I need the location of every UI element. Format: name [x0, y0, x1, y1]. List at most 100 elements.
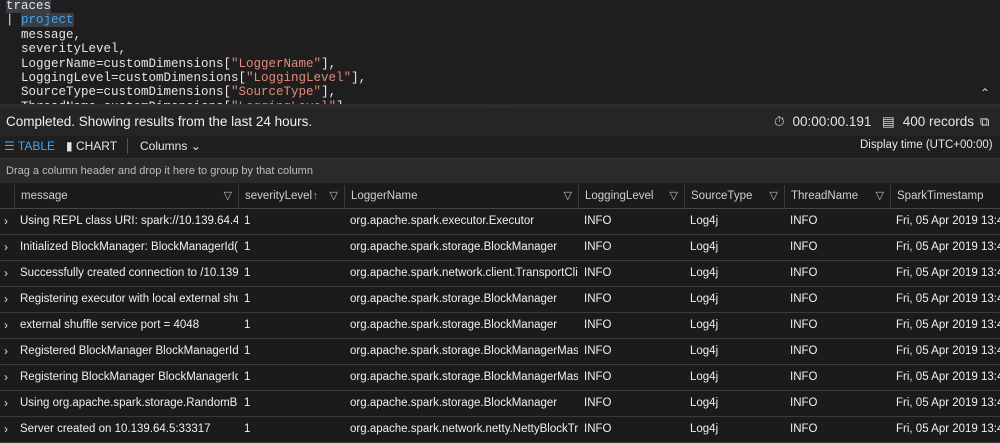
chevron-right-icon[interactable]: › [4, 261, 8, 286]
cell-sourcetype: Log4j [690, 397, 719, 409]
column-header-sourcetype[interactable]: SourceType ▽ [684, 185, 784, 208]
chevron-right-icon[interactable]: › [4, 209, 8, 234]
chevron-double-up-icon[interactable]: ⌃ [978, 86, 992, 100]
cell-logginglevel: INFO [584, 423, 612, 435]
cell-loggername: org.apache.spark.storage.BlockManager [350, 397, 558, 409]
chevron-right-icon[interactable]: › [4, 391, 8, 416]
filter-icon[interactable]: ▽ [770, 185, 778, 208]
group-hint: Drag a column header and drop it here to… [6, 165, 313, 177]
cell-sourcetype: Log4j [690, 345, 719, 357]
duration-value: 00:00:00.191 [792, 114, 872, 129]
tab-chart-label: CHART [75, 139, 118, 153]
chevron-down-icon: ⌄ [190, 139, 201, 153]
cell-loggername: org.apache.spark.storage.BlockManager [350, 293, 558, 305]
filter-icon[interactable]: ▽ [564, 185, 572, 208]
columns-dropdown[interactable]: Columns ⌄ [140, 139, 201, 153]
column-header-message[interactable]: message ▽ [14, 185, 238, 208]
cell-logginglevel: INFO [584, 215, 612, 227]
query-duration: ⏱ 00:00:00.191 [774, 114, 871, 130]
code-token: message, [6, 27, 82, 42]
cell-sparktimestamp: Fri, 05 Apr 2019 13:43 [896, 397, 1000, 409]
filter-icon[interactable]: ▽ [670, 185, 678, 208]
cell-sparktimestamp: Fri, 05 Apr 2019 13:43 [896, 293, 1000, 305]
filter-icon[interactable]: ▽ [876, 185, 884, 208]
chevron-right-icon[interactable]: › [4, 235, 8, 260]
table-row[interactable]: › Registering executor with local externa… [0, 287, 1000, 313]
cell-loggername: org.apache.spark.storage.BlockManager [350, 241, 558, 253]
cell-sparktimestamp: Fri, 05 Apr 2019 13:43 [896, 241, 1000, 253]
display-time-label: Display time (UTC+00:00) [860, 139, 993, 151]
code-line[interactable]: traces [6, 0, 366, 13]
cell-sourcetype: Log4j [690, 215, 719, 227]
table-row[interactable]: › Using org.apache.spark.storage.RandomBl… [0, 391, 1000, 417]
records-value: 400 records [902, 114, 975, 129]
code-token: ], [321, 56, 337, 71]
code-token: LoggingLevel=customDimensions[ [6, 70, 247, 85]
column-header-loggername[interactable]: LoggerName ▽ [344, 185, 578, 208]
column-header-sparktimestamp[interactable]: SparkTimestamp [890, 185, 1000, 208]
table-row[interactable]: › Initialized BlockManager: BlockManagerI… [0, 235, 1000, 261]
cell-threadname: INFO [790, 397, 818, 409]
tab-table[interactable]: ☰ TABLE [4, 139, 55, 153]
sort-ascending-icon[interactable]: ↑ [313, 185, 319, 208]
filter-icon[interactable]: ▽ [224, 185, 232, 208]
code-line[interactable]: LoggerName=customDimensions["LoggerName"… [6, 57, 366, 71]
cell-severitylevel: 1 [244, 371, 251, 383]
cell-logginglevel: INFO [584, 319, 612, 331]
copy-icon[interactable]: ⧉ [980, 114, 989, 130]
code-token: SourceType=customDimensions[ [6, 85, 232, 100]
cell-loggername: org.apache.spark.storage.BlockManagerMas… [350, 371, 578, 383]
cell-threadname: INFO [790, 345, 818, 357]
cell-sourcetype: Log4j [690, 319, 719, 331]
code-line[interactable]: SourceType=customDimensions["SourceType"… [6, 85, 366, 99]
code-line[interactable]: | project [6, 13, 366, 28]
column-header-logginglevel[interactable]: LoggingLevel ▽ [578, 185, 684, 208]
code-line[interactable]: severityLevel, [6, 42, 366, 56]
cell-loggername: org.apache.spark.storage.BlockManager [350, 319, 558, 331]
chevron-right-icon[interactable]: › [4, 365, 8, 390]
cell-severitylevel: 1 [244, 241, 251, 253]
cell-loggername: org.apache.spark.executor.Executor [350, 215, 535, 227]
cell-message: external shuffle service port = 4048 [20, 319, 200, 331]
cell-sparktimestamp: Fri, 05 Apr 2019 13:43 [896, 423, 1000, 435]
table-row[interactable]: › Using REPL class URI: spark://10.139.64… [0, 209, 1000, 235]
group-drop-zone[interactable]: Drag a column header and drop it here to… [0, 159, 1000, 183]
column-header-threadname[interactable]: ThreadName ▽ [784, 185, 890, 208]
code-token: LoggerName=customDimensions[ [6, 56, 232, 71]
chevron-right-icon[interactable]: › [4, 287, 8, 312]
cell-loggername: org.apache.spark.network.netty.NettyBloc… [350, 423, 578, 435]
column-header-severitylevel[interactable]: severityLevel ↑ ▽ [238, 185, 344, 208]
chevron-right-icon[interactable]: › [4, 313, 8, 338]
header-label: severityLevel [245, 190, 313, 202]
columns-label: Columns [140, 139, 188, 153]
cell-threadname: INFO [790, 293, 818, 305]
cell-severitylevel: 1 [244, 345, 251, 357]
cell-sparktimestamp: Fri, 05 Apr 2019 13:43 [896, 267, 1000, 279]
cell-logginglevel: INFO [584, 397, 612, 409]
chevron-right-icon[interactable]: › [4, 417, 8, 442]
table-row[interactable]: › Registered BlockManager BlockManagerId(… [0, 339, 1000, 365]
table-row[interactable]: › Successfully created connection to /10.… [0, 261, 1000, 287]
chevron-right-icon[interactable]: › [4, 339, 8, 364]
cell-severitylevel: 1 [244, 423, 251, 435]
query-code[interactable]: traces | project message, severityLevel, … [6, 0, 366, 104]
table-row[interactable]: › Server created on 10.139.64.5:33317 1 org… [0, 417, 1000, 443]
code-line[interactable]: LoggingLevel=customDimensions["LoggingLe… [6, 71, 366, 85]
stopwatch-icon: ⏱ [774, 114, 785, 129]
toolbar-divider [127, 138, 128, 154]
table-row[interactable]: › external shuffle service port = 4048 1 or… [0, 313, 1000, 339]
table-row[interactable]: › Registering BlockManager BlockManagerId… [0, 365, 1000, 391]
code-token: "LoggerName" [231, 56, 322, 71]
cell-sourcetype: Log4j [690, 371, 719, 383]
cell-logginglevel: INFO [584, 267, 612, 279]
code-token: traces [6, 0, 52, 13]
cell-sparktimestamp: Fri, 05 Apr 2019 13:43 [896, 215, 1000, 227]
filter-icon[interactable]: ▽ [330, 185, 338, 208]
tab-chart[interactable]: ▮ CHART [66, 139, 117, 153]
code-line[interactable]: message, [6, 28, 366, 42]
cell-sparktimestamp: Fri, 05 Apr 2019 13:43 [896, 319, 1000, 331]
cell-logginglevel: INFO [584, 241, 612, 253]
query-editor[interactable]: traces | project message, severityLevel, … [0, 0, 1000, 104]
header-label: ThreadName [791, 190, 859, 202]
cell-message: Registered BlockManager BlockManagerId(0… [20, 345, 238, 357]
